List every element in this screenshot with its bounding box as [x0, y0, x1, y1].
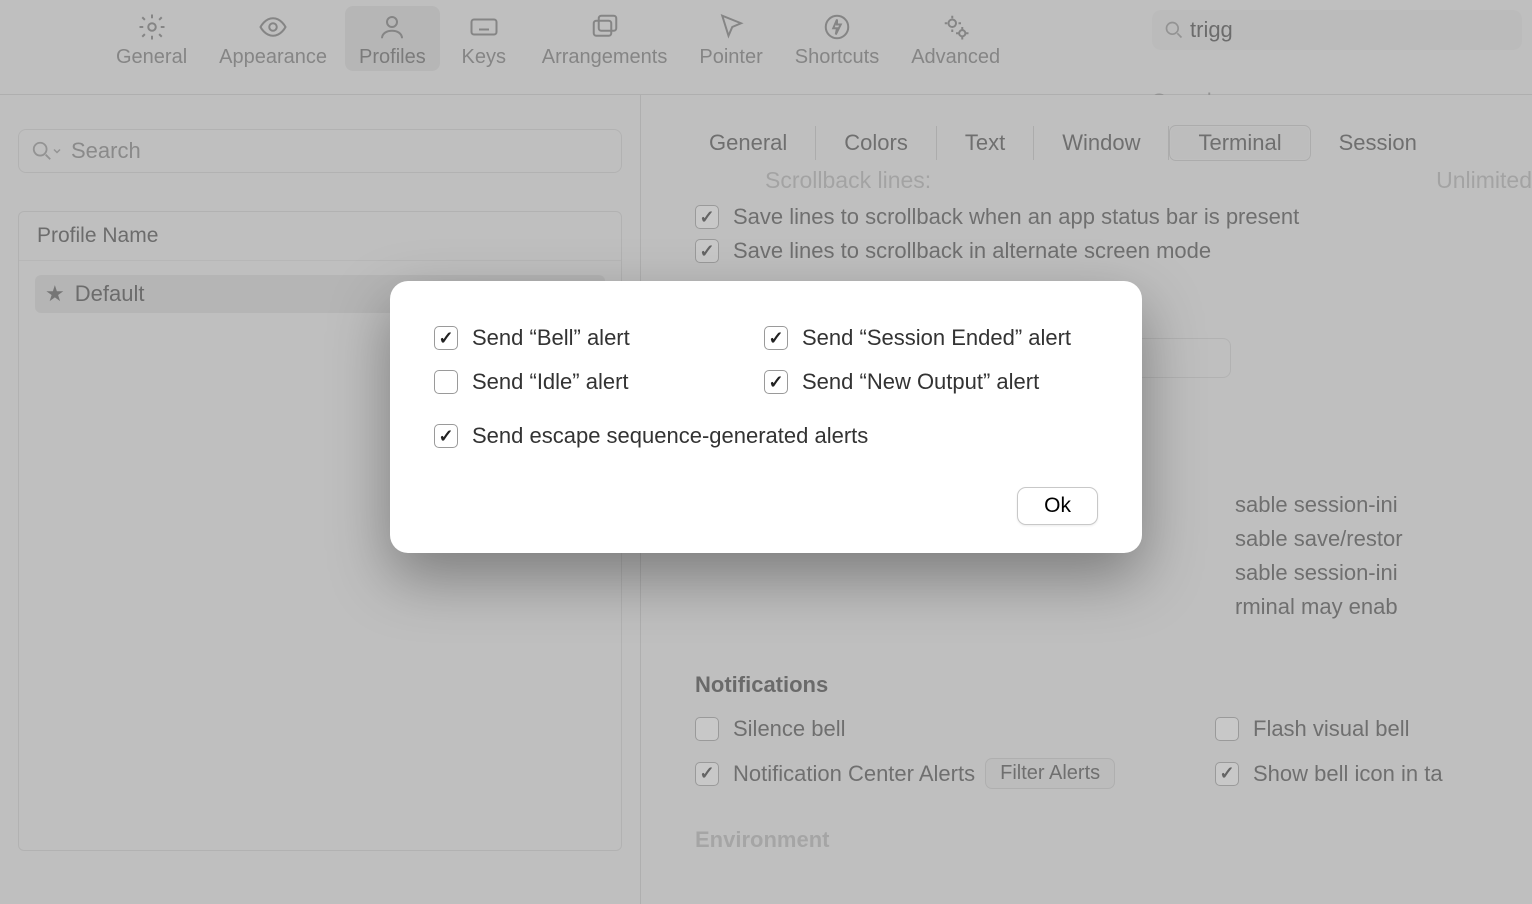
label-session-ended-alert: Send “Session Ended” alert	[802, 325, 1071, 351]
alerts-modal: Send “Bell” alert Send “Session Ended” a…	[390, 281, 1142, 553]
modal-overlay: Send “Bell” alert Send “Session Ended” a…	[0, 0, 1532, 904]
label-idle-alert: Send “Idle” alert	[472, 369, 629, 395]
label-bell-alert: Send “Bell” alert	[472, 325, 630, 351]
checkbox-escape-alert[interactable]	[434, 424, 458, 448]
checkbox-new-output-alert[interactable]	[764, 370, 788, 394]
label-new-output-alert: Send “New Output” alert	[802, 369, 1039, 395]
checkbox-session-ended-alert[interactable]	[764, 326, 788, 350]
checkbox-idle-alert[interactable]	[434, 370, 458, 394]
ok-button[interactable]: Ok	[1017, 487, 1098, 525]
label-escape-alert: Send escape sequence-generated alerts	[472, 423, 868, 449]
checkbox-bell-alert[interactable]	[434, 326, 458, 350]
